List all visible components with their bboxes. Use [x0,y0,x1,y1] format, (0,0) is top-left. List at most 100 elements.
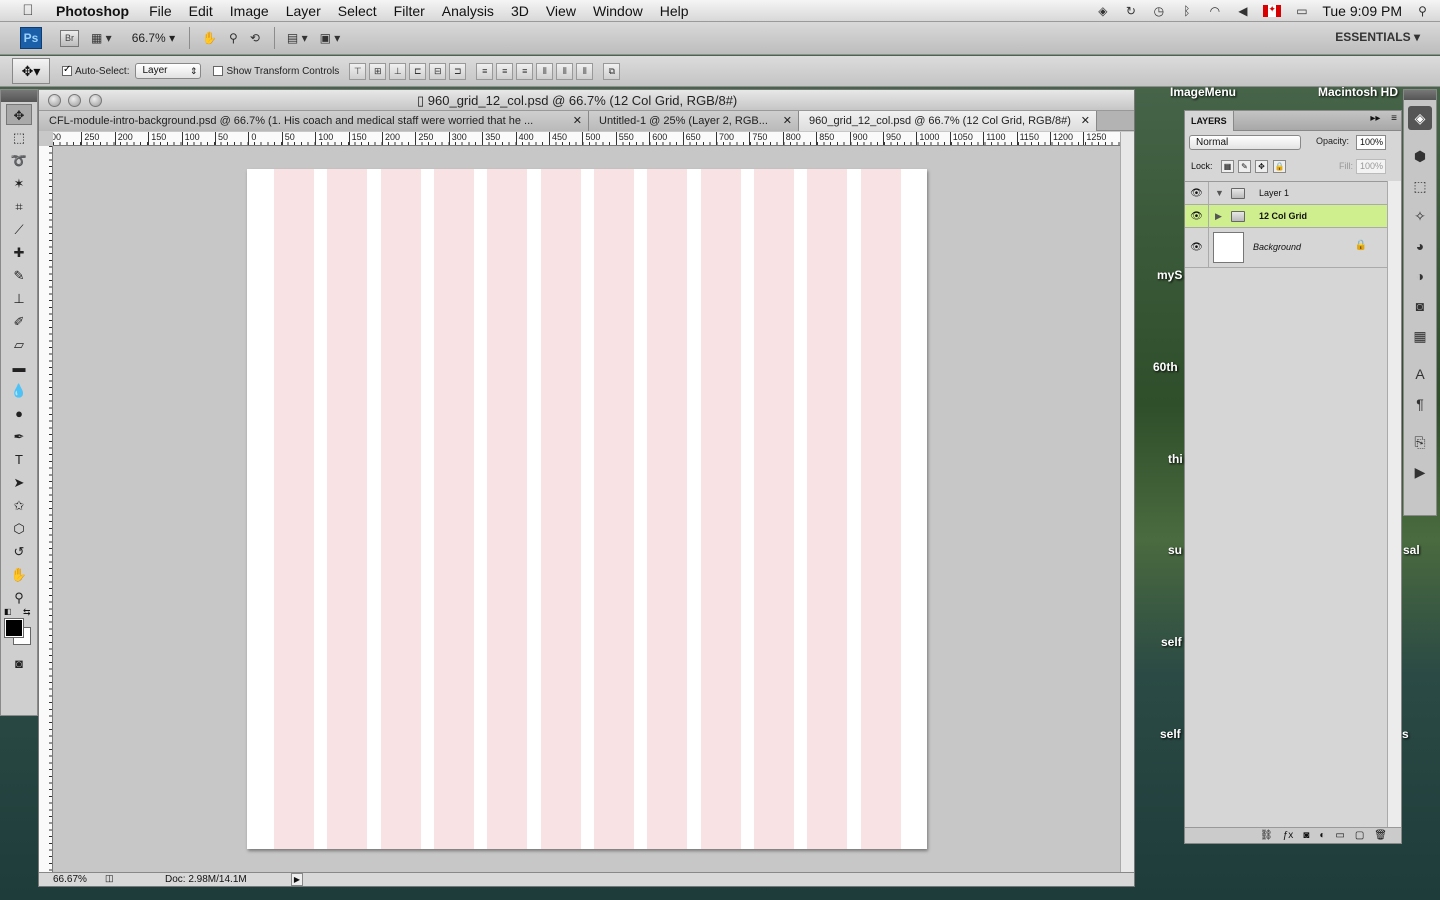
zoom-window-icon[interactable] [89,94,102,107]
marquee-tool-icon[interactable]: ⬚ [6,127,32,148]
minimize-window-icon[interactable] [68,94,81,107]
align-right-icon[interactable]: ⊐ [449,62,467,80]
menu-window[interactable]: Window [593,3,643,19]
horizontal-ruler[interactable]: 0025020015010050050100150200250300350400… [53,132,1120,146]
menu-edit[interactable]: Edit [189,3,213,19]
quick-selection-tool-icon[interactable]: ✶ [6,173,32,194]
zoom-tool-icon[interactable]: ⚲ [229,31,238,45]
tool-preset-picker[interactable]: ✥▾ [12,58,50,84]
align-bottom-icon[interactable]: ⊥ [389,62,407,80]
spotlight-search-icon[interactable]: ⚲ [1415,4,1430,18]
quick-mask-icon[interactable]: ◙ [6,653,32,674]
lock-transparent-icon[interactable]: ▦ [1221,160,1234,173]
adjustment-layer-icon[interactable]: ◐ [1319,828,1325,843]
tab-untitled-1[interactable]: Untitled-1 @ 25% (Layer 2, RGB... ✕ [589,111,799,131]
dock-header[interactable] [1404,90,1436,100]
expand-triangle-open-icon[interactable]: ▼ [1215,188,1224,198]
visibility-eye-icon[interactable]: 👁 [1185,182,1209,204]
desktop-item[interactable]: myS [1157,268,1182,282]
menu-select[interactable]: Select [338,3,377,19]
status-info-icon[interactable]: ◫ [105,873,114,884]
panel-menu-icon[interactable]: ≡ [1391,113,1397,124]
eraser-tool-icon[interactable]: ▱ [6,334,32,355]
pen-tool-icon[interactable]: ✒ [6,426,32,447]
visibility-eye-icon[interactable]: 👁 [1185,205,1209,227]
align-vertical-center-icon[interactable]: ⊞ [369,62,387,80]
zoom-tool-icon[interactable]: ⚲ [6,587,32,608]
canvas-area[interactable] [53,146,1120,874]
desktop-item[interactable]: thi [1168,452,1183,466]
gradient-tool-icon[interactable]: ▬ [6,357,32,378]
vertical-scrollbar[interactable] [1120,132,1134,874]
desktop-item[interactable]: 60th [1153,360,1178,374]
menu-3d[interactable]: 3D [511,3,529,19]
layer-style-icon[interactable]: ƒx [1283,828,1294,843]
visibility-eye-icon[interactable]: 👁 [1185,228,1209,267]
brush-tool-icon[interactable]: ✎ [6,265,32,286]
default-colors-icon[interactable]: ◧ [4,607,12,616]
document-canvas[interactable] [247,169,927,849]
distribute-left-icon[interactable]: ⦀ [536,62,554,80]
clone-source-panel-icon[interactable]: ⎘ [1408,430,1432,454]
sync-icon[interactable]: ↻ [1123,4,1138,18]
menu-view[interactable]: View [546,3,576,19]
desktop-item[interactable]: sal [1403,543,1420,557]
3d-panel-icon[interactable]: ⬢ [1408,144,1432,168]
volume-icon[interactable]: ◀ [1235,4,1250,18]
desktop-item[interactable]: self [1161,635,1182,649]
history-brush-tool-icon[interactable]: ✐ [6,311,32,332]
distribute-right-icon[interactable]: ⦀ [576,62,594,80]
menu-analysis[interactable]: Analysis [442,3,494,19]
desktop-item-imagemenu[interactable]: ImageMenu [1170,85,1236,99]
tab-layers[interactable]: LAYERS [1185,111,1234,131]
rotate-view-icon[interactable]: ⟲ [250,31,260,45]
layer-row-background[interactable]: 👁 Background 🔒 [1185,228,1387,268]
3d-rotate-tool-icon[interactable]: ⬡ [6,518,32,539]
type-tool-icon[interactable]: T [6,449,32,470]
move-tool-icon[interactable]: ✥ [6,104,32,125]
apple-icon[interactable]:  [0,2,56,19]
character-panel-icon[interactable]: A [1408,362,1432,386]
eyedropper-tool-icon[interactable]: ⟋ [6,219,32,240]
new-layer-icon[interactable]: ▢ [1355,828,1364,843]
document-titlebar[interactable]: ▯ 960_grid_12_col.psd @ 66.7% (12 Col Gr… [39,90,1134,111]
desktop-item[interactable]: su [1168,543,1182,557]
menu-filter[interactable]: Filter [394,3,425,19]
tools-panel-header[interactable] [1,90,37,102]
distribute-hcenter-icon[interactable]: ⦀ [556,62,574,80]
lasso-tool-icon[interactable]: ➰ [6,150,32,171]
new-group-icon[interactable]: ▭ [1335,828,1344,843]
screen-mode-icon[interactable]: ▣ ▾ [320,31,341,45]
tab-960-grid[interactable]: 960_grid_12_col.psd @ 66.7% (12 Col Grid… [799,111,1097,131]
transform-panel-icon[interactable]: ⬚ [1408,174,1432,198]
desktop-item-macintosh-hd[interactable]: Macintosh HD [1318,85,1398,99]
masks-panel-icon[interactable]: ◙ [1408,294,1432,318]
close-window-icon[interactable] [48,94,61,107]
distribute-bottom-icon[interactable]: ≡ [516,62,534,80]
swap-colors-icon[interactable]: ⇆ [23,607,31,618]
align-left-icon[interactable]: ⊏ [409,62,427,80]
lock-all-icon[interactable]: 🔒 [1273,160,1286,173]
menu-layer[interactable]: Layer [286,3,321,19]
vertical-ruler[interactable] [39,146,53,874]
path-selection-tool-icon[interactable]: ➤ [6,472,32,493]
close-icon[interactable]: ✕ [573,111,582,131]
add-mask-icon[interactable]: ◙ [1303,828,1309,843]
time-machine-icon[interactable]: ◷ [1151,4,1166,18]
wifi-icon[interactable]: ◠ [1207,4,1222,18]
show-transform-checkbox[interactable] [213,65,226,77]
layers-panel-icon[interactable]: ◈ [1408,106,1432,130]
dodge-tool-icon[interactable]: ● [6,403,32,424]
layer-row-layer-1[interactable]: 👁 ▼ Layer 1 [1185,182,1387,205]
lock-image-icon[interactable]: ✎ [1238,160,1251,173]
layers-scrollbar[interactable] [1387,181,1401,831]
status-zoom[interactable]: 66.67% [53,874,87,885]
menu-file[interactable]: File [149,3,172,19]
foreground-color-swatch[interactable] [4,618,24,638]
healing-brush-tool-icon[interactable]: ✚ [6,242,32,263]
fill-input[interactable]: 100% [1356,159,1386,174]
menu-image[interactable]: Image [230,3,269,19]
lock-position-icon[interactable]: ✥ [1255,160,1268,173]
desktop-item[interactable]: self [1160,727,1181,741]
align-top-icon[interactable]: ⊤ [349,62,367,80]
